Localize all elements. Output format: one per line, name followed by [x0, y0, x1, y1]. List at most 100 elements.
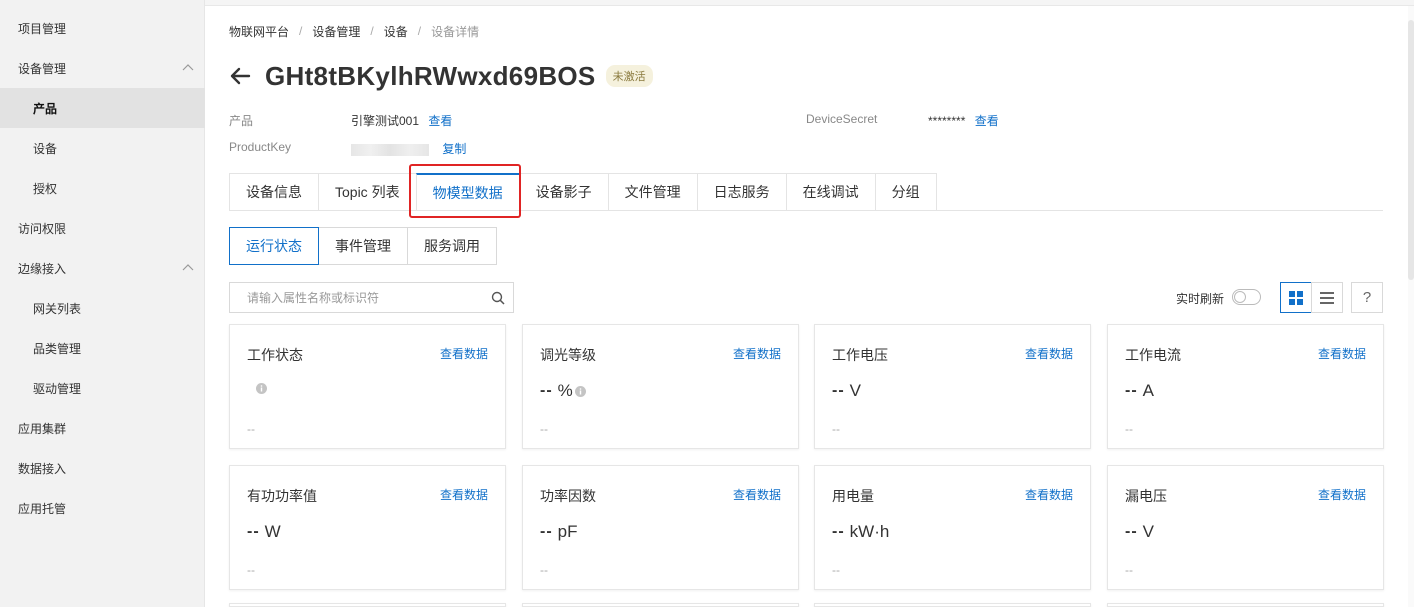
breadcrumb-separator: /	[417, 24, 422, 38]
property-value: -- %	[540, 381, 586, 401]
sidebar-item-label: 边缘接入	[18, 261, 67, 276]
sidebar-item-app-hosting[interactable]: 应用托管	[0, 488, 205, 528]
productkey-masked-value	[351, 143, 429, 156]
tab-device-shadow[interactable]: 设备影子	[518, 173, 608, 211]
help-button[interactable]: ?	[1351, 282, 1383, 313]
property-value: -- W	[247, 522, 281, 542]
sidebar-item-label: 访问权限	[18, 221, 67, 236]
sidebar-item-label: 应用托管	[18, 501, 67, 516]
top-strip	[205, 0, 1414, 6]
chevron-up-icon[interactable]	[181, 61, 195, 75]
view-data-link[interactable]: 查看数据	[440, 345, 488, 362]
grid-view-button[interactable]	[1280, 282, 1312, 313]
view-data-link[interactable]: 查看数据	[733, 345, 781, 362]
view-data-link[interactable]: 查看数据	[1318, 486, 1366, 503]
main-tabs: 设备信息 Topic 列表 物模型数据 设备影子 文件管理 日志服务 在线调试 …	[229, 173, 1383, 211]
grid-icon	[1289, 290, 1303, 305]
devicesecret-view-link[interactable]: 查看	[975, 114, 999, 128]
property-name: 漏电压	[1125, 488, 1167, 504]
property-name: 工作电流	[1125, 347, 1181, 363]
devicesecret-label: DeviceSecret	[806, 112, 878, 126]
property-card: 调光等级 查看数据 -- % --	[522, 324, 799, 449]
property-update-time: --	[540, 422, 548, 436]
breadcrumb-item[interactable]: 物联网平台	[229, 23, 289, 40]
tab-group[interactable]: 分组	[874, 173, 937, 211]
property-name: 功率因数	[540, 488, 596, 504]
value-placeholder: --	[247, 523, 260, 540]
value-placeholder: --	[832, 382, 845, 399]
sidebar-item-label: 数据接入	[18, 461, 67, 476]
tab-file-management[interactable]: 文件管理	[607, 173, 697, 211]
breadcrumb-item[interactable]: 设备管理	[312, 23, 360, 40]
sub-tabs: 运行状态 事件管理 服务调用	[229, 227, 497, 265]
property-name: 工作电压	[832, 347, 888, 363]
property-card-partial	[229, 603, 506, 607]
info-icon[interactable]	[574, 385, 586, 397]
chevron-up-icon[interactable]	[181, 261, 195, 275]
tab-online-debug[interactable]: 在线调试	[785, 173, 875, 211]
sidebar-item-category-management[interactable]: 品类管理	[0, 328, 205, 368]
view-data-link[interactable]: 查看数据	[1025, 486, 1073, 503]
sidebar-item-app-cluster[interactable]: 应用集群	[0, 408, 205, 448]
scrollbar-thumb[interactable]	[1408, 20, 1414, 280]
sidebar-item-gateway-list[interactable]: 网关列表	[0, 288, 205, 328]
back-arrow-icon[interactable]	[229, 65, 251, 87]
subtab-running-status[interactable]: 运行状态	[229, 227, 319, 265]
property-value: -- pF	[540, 522, 578, 542]
page-title: GHt8tBKylhRWwxd69BOS	[265, 60, 596, 91]
view-data-link[interactable]: 查看数据	[1318, 345, 1366, 362]
sidebar-item-authorization[interactable]: 授权	[0, 168, 205, 208]
property-name: 工作状态	[247, 347, 303, 363]
property-update-time: --	[1125, 563, 1133, 577]
sidebar-item-edge-access[interactable]: 边缘接入	[0, 248, 205, 288]
property-value: -- V	[1125, 522, 1154, 542]
value-unit: pF	[557, 522, 578, 541]
sidebar-item-label: 品类管理	[33, 341, 82, 356]
view-data-link[interactable]: 查看数据	[733, 486, 781, 503]
sidebar-item-label: 驱动管理	[33, 381, 82, 396]
breadcrumb-separator: /	[299, 24, 303, 38]
sidebar-item-label: 设备管理	[18, 61, 67, 76]
sidebar-item-project-management[interactable]: 项目管理	[0, 8, 205, 48]
breadcrumb-item[interactable]: 设备	[384, 23, 408, 40]
search-input[interactable]: 请输入属性名称或标识符	[229, 282, 514, 313]
property-update-time: --	[832, 563, 840, 577]
tab-device-info[interactable]: 设备信息	[229, 173, 318, 211]
devicesecret-value: ********	[928, 114, 966, 128]
realtime-refresh-toggle[interactable]	[1232, 289, 1261, 305]
productkey-label: ProductKey	[229, 140, 292, 154]
value-unit: %	[557, 381, 573, 400]
sidebar-item-access-permission[interactable]: 访问权限	[0, 208, 205, 248]
search-icon[interactable]	[491, 291, 505, 305]
breadcrumb-separator: /	[370, 24, 374, 38]
sidebar-item-driver-management[interactable]: 驱动管理	[0, 368, 205, 408]
info-icon[interactable]	[256, 383, 267, 394]
sidebar-item-data-access[interactable]: 数据接入	[0, 448, 205, 488]
sidebar-item-device-management[interactable]: 设备管理	[0, 48, 205, 88]
property-name: 用电量	[832, 488, 874, 504]
list-view-button[interactable]	[1311, 282, 1343, 313]
sidebar-item-label: 项目管理	[18, 21, 67, 36]
value-placeholder: --	[540, 382, 553, 399]
subtab-service-call[interactable]: 服务调用	[407, 227, 497, 265]
search-placeholder: 请输入属性名称或标识符	[247, 291, 380, 305]
view-data-link[interactable]: 查看数据	[1025, 345, 1073, 362]
property-card: 工作电流 查看数据 -- A --	[1107, 324, 1384, 449]
property-card: 工作电压 查看数据 -- V --	[814, 324, 1091, 449]
property-name: 有功功率值	[247, 488, 317, 504]
subtab-event-management[interactable]: 事件管理	[318, 227, 408, 265]
sidebar-item-product[interactable]: 产品	[0, 88, 205, 128]
tab-log-service[interactable]: 日志服务	[696, 173, 786, 211]
property-card: 工作状态 查看数据 --	[229, 324, 506, 449]
property-card-partial	[1107, 603, 1384, 607]
view-data-link[interactable]: 查看数据	[440, 486, 488, 503]
sidebar-item-label: 应用集群	[18, 421, 67, 436]
product-view-link[interactable]: 查看	[428, 114, 452, 128]
sidebar-item-label: 网关列表	[33, 301, 82, 316]
sidebar-item-device[interactable]: 设备	[0, 128, 205, 168]
tab-topic-list[interactable]: Topic 列表	[318, 173, 416, 211]
title-row: GHt8tBKylhRWwxd69BOS 未激活	[229, 58, 653, 94]
property-value: -- V	[832, 381, 861, 401]
productkey-copy-link[interactable]: 复制	[442, 142, 466, 156]
breadcrumb: 物联网平台 / 设备管理 / 设备 / 设备详情	[229, 22, 479, 40]
